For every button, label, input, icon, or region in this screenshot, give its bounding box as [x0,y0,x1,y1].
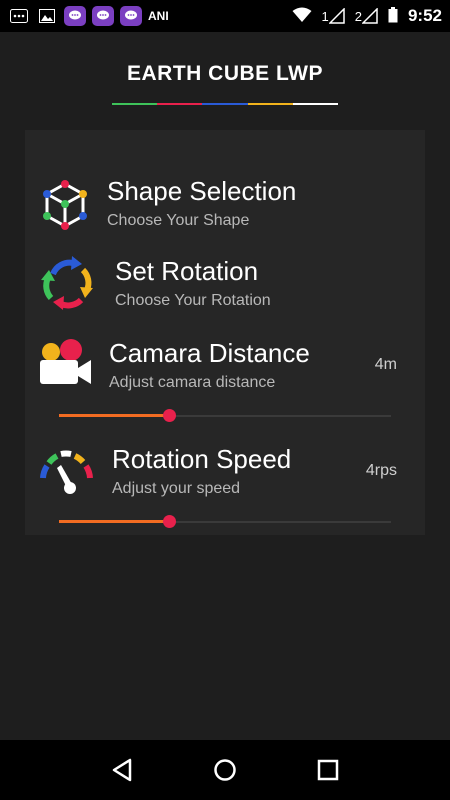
underline-segment [247,103,293,105]
title-underline [112,103,339,105]
messenger-icon [92,6,114,26]
sim2-label: 2 [354,9,362,24]
row-subtitle: Choose Your Shape [107,212,250,229]
slider-fill [59,520,169,523]
home-circle-icon [214,759,236,781]
signal-icon [361,8,378,24]
slider-fill [59,414,169,417]
shape-selection-row[interactable]: Shape Selection Choose Your Shape [25,170,425,240]
distance-slider[interactable] [59,408,391,424]
navigation-bar [0,740,450,800]
sim2-signal: 2 [355,8,378,24]
row-title: Shape Selection [107,176,297,206]
clock: 9:52 [407,6,442,25]
underline-segment [157,103,203,105]
back-button[interactable] [102,750,142,790]
row-title: Camara Distance [109,338,310,368]
speedometer-icon [39,448,95,504]
messenger-icon [120,6,142,26]
slider-thumb[interactable] [162,515,176,528]
cube-icon [37,176,93,232]
recents-square-icon [318,759,339,781]
set-rotation-row[interactable]: Set Rotation Choose Your Rotation [25,250,425,320]
app-title: EARTH CUBE LWP [127,62,323,85]
row-subtitle: Choose Your Rotation [115,292,271,309]
sim1-label: 1 [321,9,329,24]
distance-value: 4m [374,356,397,373]
row-title: Rotation Speed [112,444,292,474]
settings-card: Shape Selection Choose Your Shape Set Ro… [25,130,425,535]
image-icon [36,7,58,25]
camera-icon [37,338,93,394]
battery-icon [388,6,398,26]
slider-thumb[interactable] [162,409,176,422]
underline-segment [112,103,158,105]
underline-segment [202,103,248,105]
back-triangle-icon [112,758,131,782]
rotation-arrows-icon [39,254,95,310]
home-button[interactable] [205,750,245,790]
recents-button[interactable] [308,750,348,790]
row-subtitle: Adjust camara distance [109,374,276,391]
signal-icon [328,8,345,24]
row-subtitle: Adjust your speed [112,480,241,497]
notification-dots-icon [8,7,30,25]
underline-segment [292,103,339,105]
messenger-icon [64,6,86,26]
row-title: Set Rotation [115,256,259,286]
status-bar: ANI 1 2 9:52 [0,0,450,32]
speed-value: 4rps [365,462,397,479]
speed-slider[interactable] [59,514,391,530]
wifi-icon [292,7,312,26]
status-label: ANI [148,9,169,23]
sim1-signal: 1 [322,8,345,24]
